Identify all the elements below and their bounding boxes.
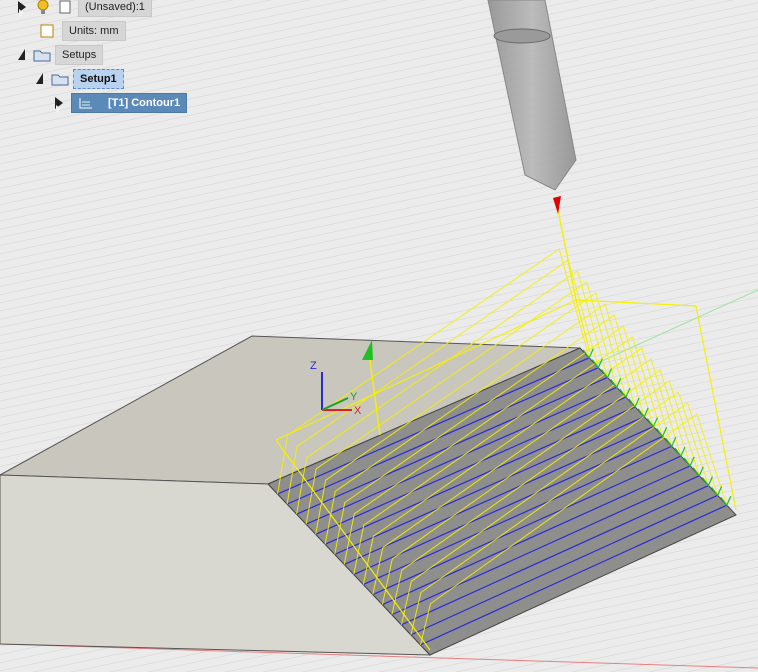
expand-arrow-icon[interactable]: [18, 1, 26, 17]
setup-name[interactable]: Setup1: [73, 69, 124, 89]
tree-row-document[interactable]: (Unsaved):1: [18, 0, 152, 17]
lightbulb-icon[interactable]: [34, 0, 52, 16]
tree-row-setups[interactable]: Setups: [18, 45, 104, 65]
expand-arrow-icon[interactable]: [55, 97, 63, 113]
collapse-arrow-icon[interactable]: [36, 72, 43, 84]
contour-operation-icon: [78, 96, 94, 110]
collapse-arrow-icon[interactable]: [18, 48, 25, 60]
axis-z-label: Z: [310, 360, 317, 372]
tree-row-units[interactable]: Units: mm: [38, 21, 126, 41]
setups-folder-icon: [33, 46, 51, 64]
setup-icon: [51, 70, 69, 88]
tree-row-setup1[interactable]: Setup1: [36, 69, 124, 89]
operation-label: [T1] Contour1: [108, 97, 181, 109]
operation-item[interactable]: [T1] Contour1: [71, 93, 188, 113]
axis-y-label: Y: [350, 391, 358, 403]
setups-label[interactable]: Setups: [55, 45, 104, 65]
tool-holder-ring: [493, 28, 551, 44]
tree-row-operation[interactable]: [T1] Contour1: [55, 93, 188, 113]
axis-x-label: X: [354, 405, 362, 417]
units-folder-icon: [38, 22, 56, 40]
units-label[interactable]: Units: mm: [62, 21, 126, 41]
document-name[interactable]: (Unsaved):1: [78, 0, 152, 17]
document-icon: [56, 0, 74, 16]
